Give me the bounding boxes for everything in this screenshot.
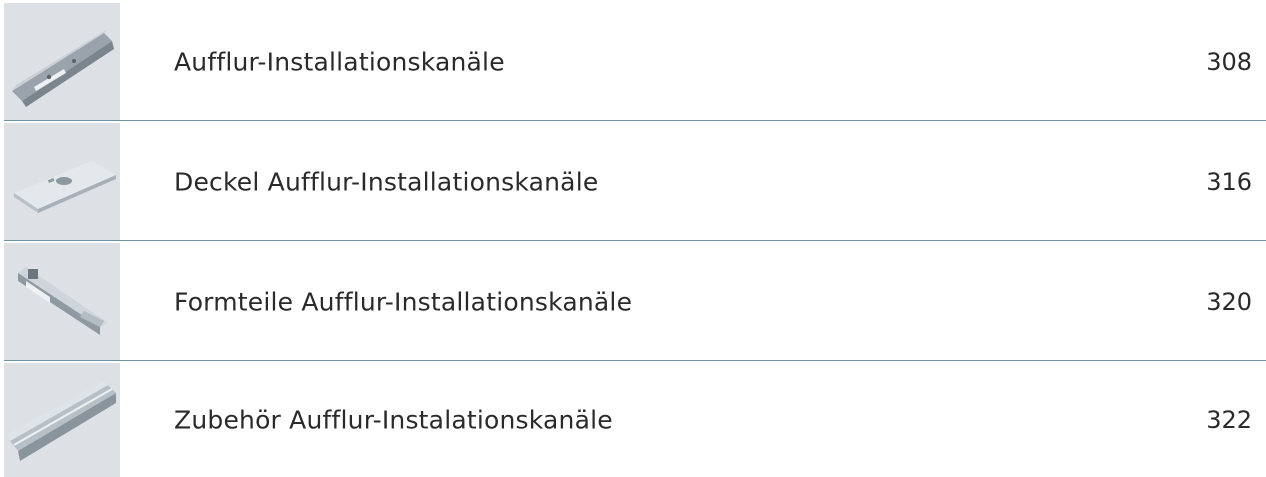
entry-page-number[interactable]: 308 xyxy=(1206,48,1252,76)
entry-title[interactable]: Zubehör Aufflur-Instalationskanäle xyxy=(174,406,613,435)
row-divider xyxy=(4,240,1266,241)
entry-page-number[interactable]: 316 xyxy=(1206,168,1252,196)
index-entry[interactable]: Formteile Aufflur-Installationskanäle 32… xyxy=(0,243,1266,360)
duct-accessory-rail-icon xyxy=(4,363,120,477)
entry-title[interactable]: Formteile Aufflur-Installationskanäle xyxy=(174,287,632,316)
cable-duct-icon xyxy=(4,3,120,120)
catalog-index-list: Aufflur-Installationskanäle 308 Deckel A… xyxy=(0,0,1266,477)
row-divider xyxy=(4,360,1266,361)
duct-cover-icon xyxy=(4,123,120,240)
index-entry[interactable]: Aufflur-Installationskanäle 308 xyxy=(0,3,1266,120)
entry-page-number[interactable]: 322 xyxy=(1206,406,1252,434)
duct-fitting-icon xyxy=(4,243,120,360)
row-divider xyxy=(4,120,1266,121)
entry-title[interactable]: Aufflur-Installationskanäle xyxy=(174,47,505,76)
entry-page-number[interactable]: 320 xyxy=(1206,288,1252,316)
entry-title[interactable]: Deckel Aufflur-Installationskanäle xyxy=(174,167,598,196)
index-entry[interactable]: Zubehör Aufflur-Instalationskanäle 322 xyxy=(0,363,1266,477)
index-entry[interactable]: Deckel Aufflur-Installationskanäle 316 xyxy=(0,123,1266,240)
